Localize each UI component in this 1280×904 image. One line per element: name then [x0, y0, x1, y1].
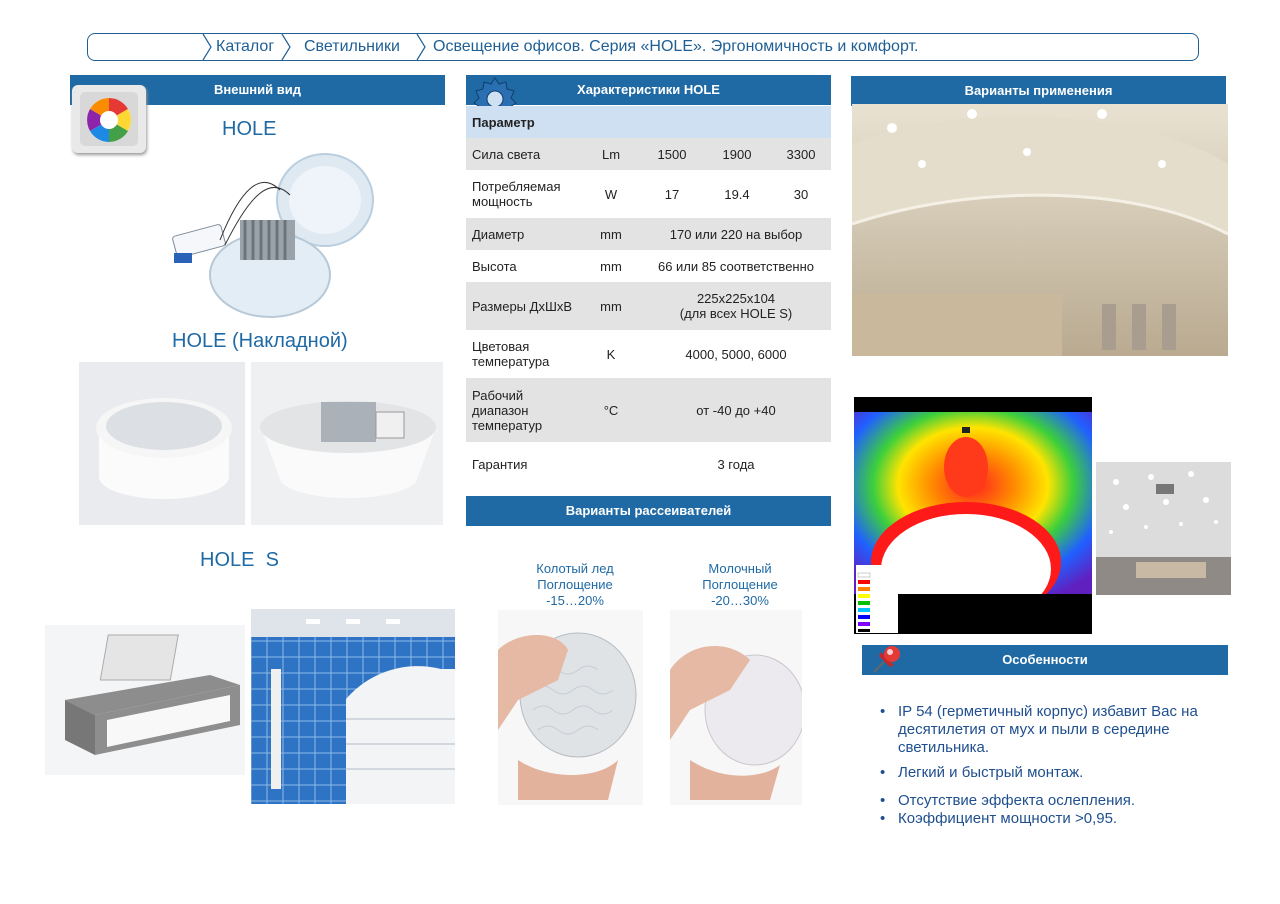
features-list: IP 54 (герметичный корпус) избавит Вас н…: [876, 703, 1226, 835]
specs-header: Характеристики HOLE: [466, 75, 831, 105]
features-header: Особенности: [862, 645, 1228, 675]
hole-title: HOLE: [222, 118, 277, 140]
hole-nakladnoy-title: HOLE (Накладной): [172, 330, 348, 352]
table-row: Гарантия 3 года: [466, 442, 831, 486]
spec-name: Размеры ДхШхВ: [472, 298, 573, 314]
chevron-right-icon: [416, 34, 426, 60]
param-header: Параметр: [472, 114, 535, 130]
spec-name: Рабочий диапазон температур: [472, 387, 543, 433]
list-item: Коэффициент мощности >0,95.: [876, 810, 1226, 828]
table-row: Высота mm 66 или 85 соответственно: [466, 250, 831, 282]
spec-unit: K: [606, 346, 616, 362]
spec-unit: Lm: [601, 146, 621, 162]
spec-name: Высота: [472, 258, 517, 274]
spec-value: 225x225x104 (для всех HOLE S): [679, 291, 793, 321]
light-distribution-heatmap: [854, 397, 1092, 634]
office-ceiling-image: [1096, 462, 1231, 595]
spec-name: Цветовая температура: [472, 339, 550, 369]
table-row: Потребляемая мощность W 17 19.4 30: [466, 170, 831, 218]
spec-value: 3300: [786, 146, 816, 162]
specs-header-row: Параметр: [466, 106, 831, 138]
chevron-right-icon: [202, 34, 212, 60]
hole-nakladnoy-open-image: [251, 362, 443, 525]
list-item: IP 54 (герметичный корпус) избавит Вас н…: [876, 703, 1226, 757]
chevron-right-icon: [281, 34, 291, 60]
hole-s-product-image: [45, 625, 245, 775]
breadcrumb-catalog-link[interactable]: Каталог: [216, 34, 274, 60]
breadcrumb: Каталог Светильники Освещение офисов. Се…: [87, 33, 1199, 61]
spec-name: Потребляемая мощность: [472, 179, 561, 209]
spec-unit: mm: [600, 226, 622, 242]
diffusers-header: Варианты рассеивателей: [466, 496, 831, 526]
breadcrumb-lights-link[interactable]: Светильники: [304, 34, 400, 60]
bathroom-application-image: [251, 609, 455, 804]
pushpin-icon: [866, 642, 904, 680]
applications-header: Варианты применения: [851, 76, 1226, 106]
diffuser-milk-image: [670, 610, 802, 805]
diffuser-ice-image: [498, 610, 643, 805]
breadcrumb-current: Освещение офисов. Серия «HOLE». Эргономи…: [433, 38, 919, 55]
spec-value: 1900: [722, 146, 752, 162]
table-row: Размеры ДхШхВ mm 225x225x104 (для всех H…: [466, 282, 831, 330]
gallery-icon: [72, 85, 146, 153]
spec-unit: mm: [600, 298, 622, 314]
spec-unit: [581, 442, 641, 486]
hole-nakladnoy-closed-image: [79, 362, 245, 525]
spec-name: Гарантия: [472, 456, 528, 472]
diffuser-ice-caption: Колотый лед Поглощение -15…20%: [536, 561, 614, 608]
spec-value: 4000, 5000, 6000: [685, 346, 787, 362]
spec-value: 3 года: [717, 456, 755, 472]
list-item: Отсутствие эффекта ослепления.: [876, 792, 1226, 810]
hole-s-title: HOLE S: [200, 549, 279, 571]
list-item: Легкий и быстрый монтаж.: [876, 764, 1226, 782]
table-row: Сила света Lm 1500 1900 3300: [466, 138, 831, 170]
spec-name: Диаметр: [472, 226, 525, 242]
spec-unit: W: [604, 186, 618, 202]
table-row: Цветовая температура K 4000, 5000, 6000: [466, 330, 831, 378]
spec-unit: mm: [600, 258, 622, 274]
spec-value: 1500: [657, 146, 687, 162]
spec-unit: °C: [603, 402, 619, 418]
spec-value: 17: [664, 186, 680, 202]
table-row: Диаметр mm 170 или 220 на выбор: [466, 218, 831, 250]
specs-table: Параметр Сила света Lm 1500 1900 3300 По…: [466, 106, 831, 486]
spec-value: от -40 до +40: [696, 402, 776, 418]
table-row: Рабочий диапазон температур °C от -40 до…: [466, 378, 831, 442]
spec-name: Сила света: [472, 146, 541, 162]
spec-value: 170 или 220 на выбор: [669, 226, 803, 242]
spec-value: 30: [793, 186, 809, 202]
spec-value: 66 или 85 соответственно: [657, 258, 815, 274]
diffuser-milk-caption: Молочный Поглощение -20…30%: [702, 561, 778, 608]
spec-value: 19.4: [724, 186, 750, 202]
office-interior-image: [852, 104, 1228, 356]
hole-product-image: [160, 150, 400, 325]
